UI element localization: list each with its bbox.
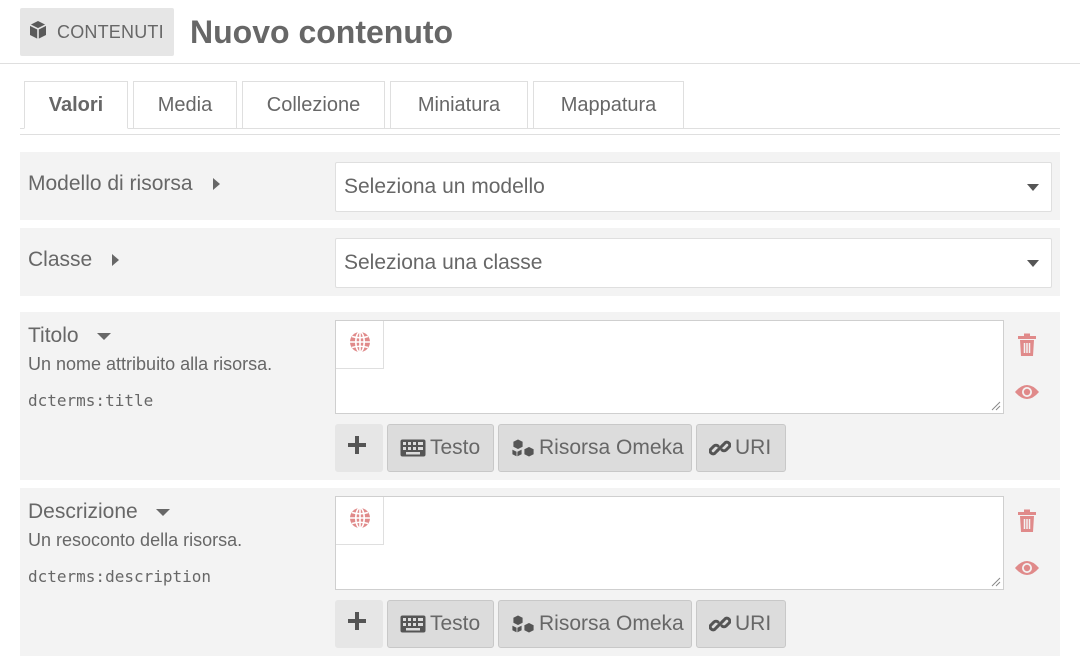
- page-title: Nuovo contenuto: [190, 14, 454, 50]
- uri-value-button[interactable]: URI: [696, 600, 786, 648]
- omeka-resource-button[interactable]: Risorsa Omeka: [498, 600, 692, 648]
- chevron-down-icon: [1027, 184, 1039, 191]
- trash-icon[interactable]: [1014, 332, 1040, 358]
- property-description-description: Un resoconto della risorsa.: [28, 530, 243, 550]
- trash-icon[interactable]: [1014, 508, 1040, 534]
- property-title-label-text: Titolo: [28, 324, 79, 347]
- description-value-textarea[interactable]: [335, 496, 1004, 590]
- property-description-term: dcterms:description: [28, 567, 212, 586]
- keyboard-icon: [400, 615, 426, 633]
- keyboard-icon: [400, 439, 426, 457]
- caret-down-icon: [96, 332, 111, 340]
- globe-icon: [348, 330, 372, 359]
- tab-mappatura[interactable]: Mappatura: [533, 81, 684, 129]
- tab-bar: Valori Media Collezione Miniatura Mappat…: [20, 81, 1060, 135]
- text-value-label: Testo: [430, 612, 481, 635]
- resource-class-selected: Seleziona una classe: [344, 251, 543, 274]
- resource-class-select[interactable]: Seleziona una classe: [335, 238, 1052, 288]
- caret-down-icon: [155, 508, 170, 516]
- chevron-down-icon: [1027, 260, 1039, 267]
- caret-right-icon: [112, 254, 120, 266]
- language-button[interactable]: [336, 321, 384, 369]
- resource-template-select[interactable]: Seleziona un modello: [335, 162, 1052, 212]
- resize-handle-icon[interactable]: [991, 401, 1001, 411]
- cubes-icon: [511, 438, 535, 458]
- cube-icon: [28, 20, 48, 45]
- tab-miniatura[interactable]: Miniatura: [390, 81, 528, 129]
- resource-template-field: Modello di risorsa Seleziona un modello: [20, 152, 1060, 220]
- cubes-icon: [511, 614, 535, 634]
- text-value-button[interactable]: Testo: [387, 424, 494, 472]
- tab-collezione[interactable]: Collezione: [242, 81, 385, 129]
- tab-media[interactable]: Media: [133, 81, 237, 129]
- link-icon: [709, 616, 731, 632]
- resource-class-field: Classe Seleziona una classe: [20, 228, 1060, 296]
- property-title-field: Titolo Un nome attribuito alla risorsa. …: [20, 312, 1060, 480]
- globe-icon: [348, 506, 372, 535]
- resource-class-label[interactable]: Classe: [28, 248, 120, 272]
- resource-class-label-text: Classe: [28, 248, 93, 271]
- title-value-textarea[interactable]: [335, 320, 1004, 414]
- resource-template-label-text: Modello di risorsa: [28, 172, 193, 195]
- language-button[interactable]: [336, 497, 384, 545]
- add-value-button[interactable]: [335, 424, 383, 472]
- uri-value-label: URI: [735, 436, 772, 459]
- add-value-button[interactable]: [335, 600, 383, 648]
- property-description-label[interactable]: Descrizione: [28, 500, 170, 524]
- resource-template-selected: Seleziona un modello: [344, 175, 545, 198]
- plus-icon: [347, 611, 371, 637]
- link-icon: [709, 440, 731, 456]
- section-badge: CONTENUTI: [20, 8, 174, 56]
- property-title-description: Un nome attribuito alla risorsa.: [28, 354, 273, 374]
- eye-icon[interactable]: [1014, 379, 1040, 405]
- property-title-label[interactable]: Titolo: [28, 324, 111, 348]
- text-value-button[interactable]: Testo: [387, 600, 494, 648]
- section-label: CONTENUTI: [57, 21, 164, 42]
- plus-icon: [347, 435, 371, 461]
- uri-value-label: URI: [735, 612, 772, 635]
- omeka-resource-label: Risorsa Omeka: [539, 612, 684, 635]
- page-header: CONTENUTI Nuovo contenuto: [0, 0, 1080, 64]
- caret-right-icon: [212, 178, 220, 190]
- eye-icon[interactable]: [1014, 555, 1040, 581]
- omeka-resource-label: Risorsa Omeka: [539, 436, 684, 459]
- uri-value-button[interactable]: URI: [696, 424, 786, 472]
- text-value-label: Testo: [430, 436, 481, 459]
- tab-valori[interactable]: Valori: [24, 81, 128, 129]
- resize-handle-icon[interactable]: [991, 577, 1001, 587]
- resource-template-label[interactable]: Modello di risorsa: [28, 172, 220, 196]
- property-title-term: dcterms:title: [28, 391, 154, 410]
- property-description-field: Descrizione Un resoconto della risorsa. …: [20, 488, 1060, 656]
- omeka-resource-button[interactable]: Risorsa Omeka: [498, 424, 692, 472]
- property-description-label-text: Descrizione: [28, 500, 138, 523]
